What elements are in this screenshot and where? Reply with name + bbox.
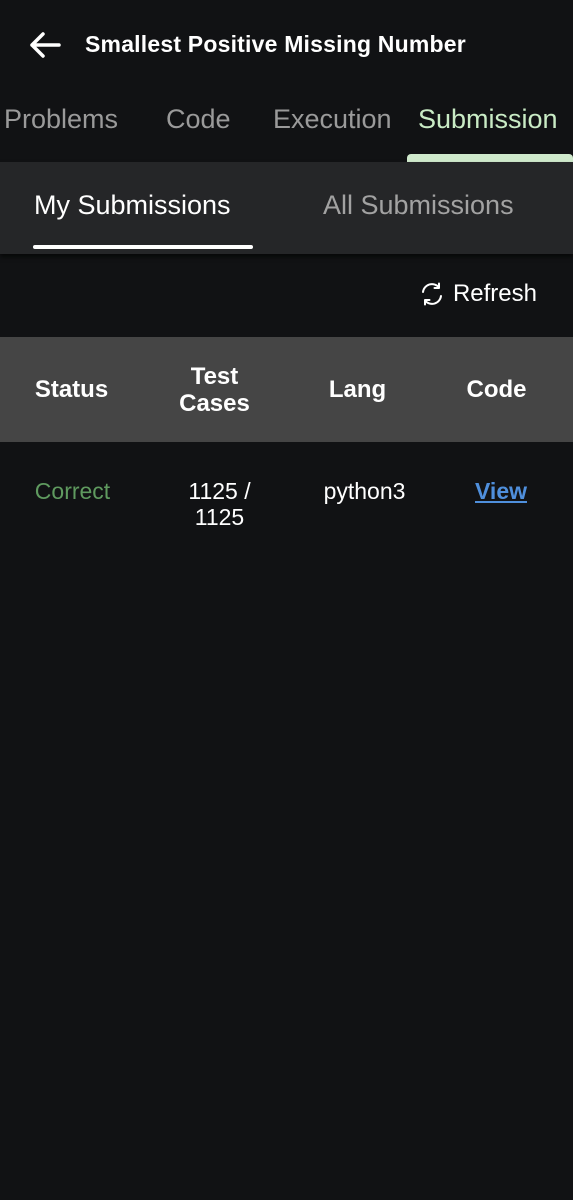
tab-all-submissions[interactable]: All Submissions	[323, 190, 514, 221]
column-header-code: Code	[466, 376, 527, 403]
column-header-test-cases: Test Cases	[179, 362, 250, 417]
column-header-status: Status	[34, 376, 109, 403]
app-root: Smallest Positive Missing Number Problem…	[0, 0, 573, 1200]
active-tab-indicator	[407, 154, 573, 162]
column-header-lang: Lang	[328, 376, 387, 403]
status-cell: Correct	[34, 478, 111, 504]
table-row: Correct 1125 / 1125 python3 View	[0, 442, 573, 552]
tab-my-submissions[interactable]: My Submissions	[34, 190, 231, 221]
view-code-link[interactable]: View	[475, 478, 527, 504]
tab-problems[interactable]: Problems	[4, 104, 118, 135]
page-title: Smallest Positive Missing Number	[85, 31, 466, 57]
tab-execution[interactable]: Execution	[273, 104, 392, 135]
submission-sub-tab-bar: My Submissions All Submissions	[0, 162, 573, 254]
sub-tab-indicator	[33, 245, 253, 249]
refresh-icon	[421, 282, 442, 306]
back-button[interactable]	[26, 28, 64, 62]
test-cases-cell: 1125 / 1125	[188, 478, 251, 530]
arrow-left-icon	[30, 32, 61, 58]
refresh-label: Refresh	[452, 280, 537, 307]
lang-cell: python3	[323, 478, 406, 504]
tab-submission[interactable]: Submission	[418, 104, 558, 135]
app-header: Smallest Positive Missing Number	[0, 0, 573, 90]
top-tab-bar: Problems Code Execution Submission	[0, 90, 573, 162]
refresh-button[interactable]: Refresh	[419, 279, 537, 309]
tab-code[interactable]: Code	[166, 104, 231, 135]
submissions-table-header: Status Test Cases Lang Code	[0, 337, 573, 442]
